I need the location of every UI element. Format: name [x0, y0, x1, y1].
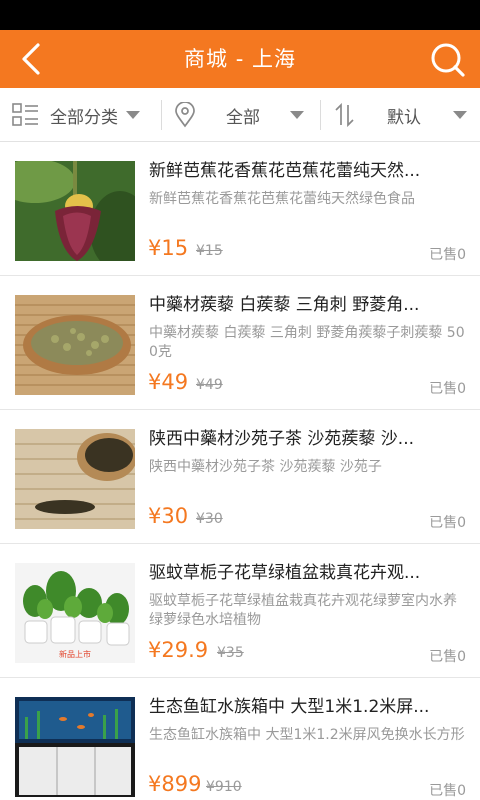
product-price: ¥49: [148, 370, 189, 394]
product-price: ¥15: [148, 236, 189, 260]
product-description: 陕西中藥材沙苑子茶 沙苑蒺藜 沙苑子: [149, 459, 382, 475]
location-filter[interactable]: 全部: [174, 88, 320, 142]
sort-filter-label: 默认: [387, 107, 421, 128]
product-item[interactable]: 生态鱼缸水族箱中 大型1米1.2米屏... 生态鱼缸水族箱中 大型1米1.2米屏…: [0, 678, 480, 800]
product-item[interactable]: 陕西中藥材沙苑子茶 沙苑蒺藜 沙... 陕西中藥材沙苑子茶 沙苑蒺藜 沙苑子 ¥…: [0, 410, 480, 544]
product-original-price: ¥910: [206, 779, 242, 795]
product-item[interactable]: 中藥材蒺藜 白蒺藜 三角刺 野菱角... 中藥材蒺藜 白蒺藜 三角刺 野菱角蒺藜…: [0, 276, 480, 410]
app-header: 商城 - 上海: [0, 30, 480, 88]
product-name: 中藥材蒺藜 白蒺藜 三角刺 野菱角...: [149, 295, 420, 315]
location-pin-icon: [174, 101, 196, 128]
chevron-down-icon: [453, 111, 467, 119]
category-filter[interactable]: 全部分类: [12, 88, 160, 142]
dark-seeds-image: [15, 429, 135, 529]
search-icon[interactable]: [428, 40, 468, 80]
category-filter-label: 全部分类: [50, 107, 118, 128]
product-item[interactable]: 新鲜芭蕉花香蕉花芭蕉花蕾纯天然... 新鲜芭蕉花香蕉花芭蕉花蕾纯天然绿色食品 ¥…: [0, 142, 480, 276]
list-grid-icon: [12, 103, 40, 127]
sold-count: 已售0: [429, 247, 466, 263]
product-name: 新鲜芭蕉花香蕉花芭蕉花蕾纯天然...: [149, 161, 421, 181]
status-bar: [0, 0, 480, 30]
aquarium-cabinet-image: [15, 697, 135, 797]
product-original-price: ¥30: [196, 511, 223, 527]
banana-flower-image: [15, 161, 135, 261]
product-name: 驱蚊草栀子花草绿植盆栽真花卉观...: [149, 563, 421, 583]
sort-filter[interactable]: 默认: [333, 88, 473, 142]
potted-plants-image: 新品上市: [15, 563, 135, 663]
product-description: 新鲜芭蕉花香蕉花芭蕉花蕾纯天然绿色食品: [149, 191, 415, 207]
product-name: 生态鱼缸水族箱中 大型1米1.2米屏...: [149, 697, 430, 717]
divider: [320, 100, 321, 130]
product-description: 驱蚊草栀子花草绿植盆栽真花卉观花绿萝室内水养绿萝绿色水培植物: [149, 593, 457, 628]
sort-arrows-icon: [333, 102, 357, 128]
chevron-down-icon: [126, 111, 140, 119]
product-original-price: ¥49: [196, 377, 223, 393]
sold-count: 已售0: [429, 381, 466, 397]
page-title: 商城 - 上海: [184, 47, 296, 71]
product-item[interactable]: 新品上市 驱蚊草栀子花草绿植盆栽真花卉观... 驱蚊草栀子花草绿植盆栽真花卉观花…: [0, 544, 480, 678]
product-description: 中藥材蒺藜 白蒺藜 三角刺 野菱角蒺藜子刺蒺藜 500克: [149, 325, 465, 360]
divider: [161, 100, 162, 130]
product-list: 新鲜芭蕉花香蕉花芭蕉花蕾纯天然... 新鲜芭蕉花香蕉花芭蕉花蕾纯天然绿色食品 ¥…: [0, 142, 480, 800]
product-original-price: ¥35: [217, 645, 244, 661]
product-name: 陕西中藥材沙苑子茶 沙苑蒺藜 沙...: [149, 429, 415, 449]
product-price: ¥30: [148, 504, 189, 528]
sold-count: 已售0: [429, 515, 466, 531]
product-description: 生态鱼缸水族箱中 大型1米1.2米屏风免换水长方形: [149, 727, 465, 743]
image-caption: 新品上市: [59, 649, 91, 659]
herbal-seeds-image: [15, 295, 135, 395]
sold-count: 已售0: [429, 649, 466, 665]
product-original-price: ¥15: [196, 243, 223, 259]
product-price: ¥29.9: [148, 638, 209, 662]
location-filter-label: 全部: [226, 107, 260, 128]
filter-bar: 全部分类 全部 默认: [0, 88, 480, 142]
product-price: ¥899: [148, 772, 202, 796]
sold-count: 已售0: [429, 783, 466, 799]
chevron-down-icon: [290, 111, 304, 119]
